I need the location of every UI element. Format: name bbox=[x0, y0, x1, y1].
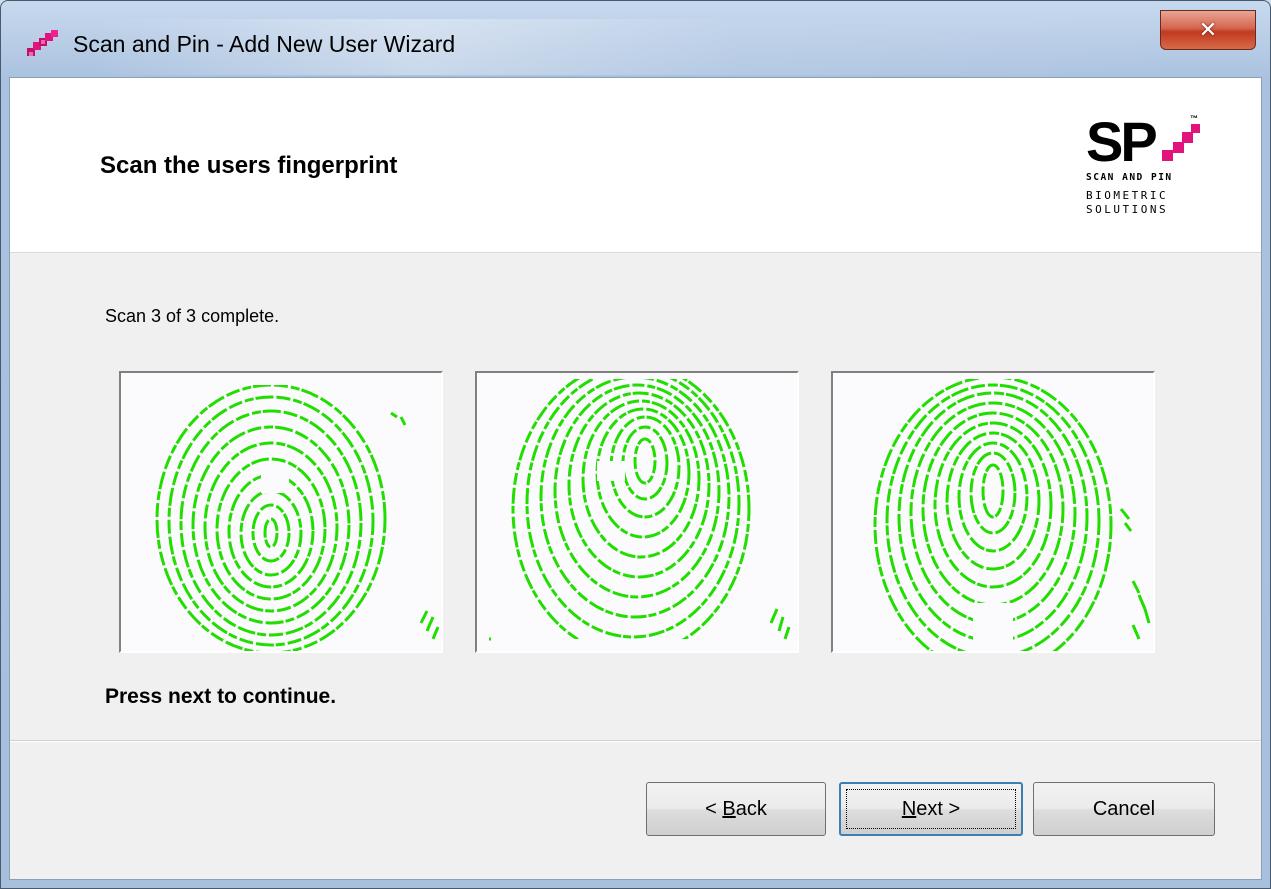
window-title: Scan and Pin - Add New User Wizard bbox=[73, 31, 456, 57]
page-title: Scan the users fingerprint bbox=[100, 152, 398, 179]
scan-and-pin-app-icon bbox=[27, 30, 58, 56]
scan-status-text: Scan 3 of 3 complete. bbox=[105, 306, 280, 326]
fingerprint-scan-1 bbox=[119, 371, 443, 653]
fingerprint-scan-2 bbox=[475, 371, 799, 653]
logo-biometric-text: BIOMETRIC bbox=[1086, 189, 1169, 202]
logo-mark: SP bbox=[1086, 110, 1158, 173]
fingerprint-image-1 bbox=[121, 373, 441, 651]
back-button[interactable]: < Back bbox=[646, 782, 826, 836]
wizard-client-area: Scan the users fingerprint SP ™ SCAN AND… bbox=[9, 77, 1262, 880]
footer-divider bbox=[10, 740, 1261, 742]
title-bar[interactable]: Scan and Pin - Add New User Wizard ✕ bbox=[1, 1, 1270, 77]
next-button[interactable]: Next > bbox=[839, 782, 1023, 836]
logo-trademark: ™ bbox=[1190, 114, 1198, 123]
continue-instruction: Press next to continue. bbox=[105, 685, 337, 708]
fingerprint-scan-3 bbox=[831, 371, 1155, 653]
wizard-window: Scan and Pin - Add New User Wizard ✕ Sca… bbox=[0, 0, 1271, 889]
fingerprint-image-2 bbox=[477, 373, 797, 651]
fingerprint-image-3 bbox=[833, 373, 1153, 651]
cancel-button[interactable]: Cancel bbox=[1033, 782, 1215, 836]
close-button[interactable]: ✕ bbox=[1160, 10, 1256, 50]
wizard-header: Scan the users fingerprint SP ™ SCAN AND… bbox=[10, 78, 1261, 253]
focus-rect bbox=[846, 789, 1016, 829]
logo-pixel-stairs-icon bbox=[1162, 124, 1200, 161]
scan-and-pin-logo: SP ™ SCAN AND PIN BIOMETRIC SOLUTIONS bbox=[1086, 114, 1216, 234]
back-button-label: < Back bbox=[705, 797, 767, 820]
logo-scan-and-pin-text: SCAN AND PIN bbox=[1086, 172, 1173, 183]
close-x-icon: ✕ bbox=[1198, 17, 1218, 43]
cancel-button-label: Cancel bbox=[1092, 797, 1156, 820]
logo-solutions-text: SOLUTIONS bbox=[1086, 203, 1169, 216]
